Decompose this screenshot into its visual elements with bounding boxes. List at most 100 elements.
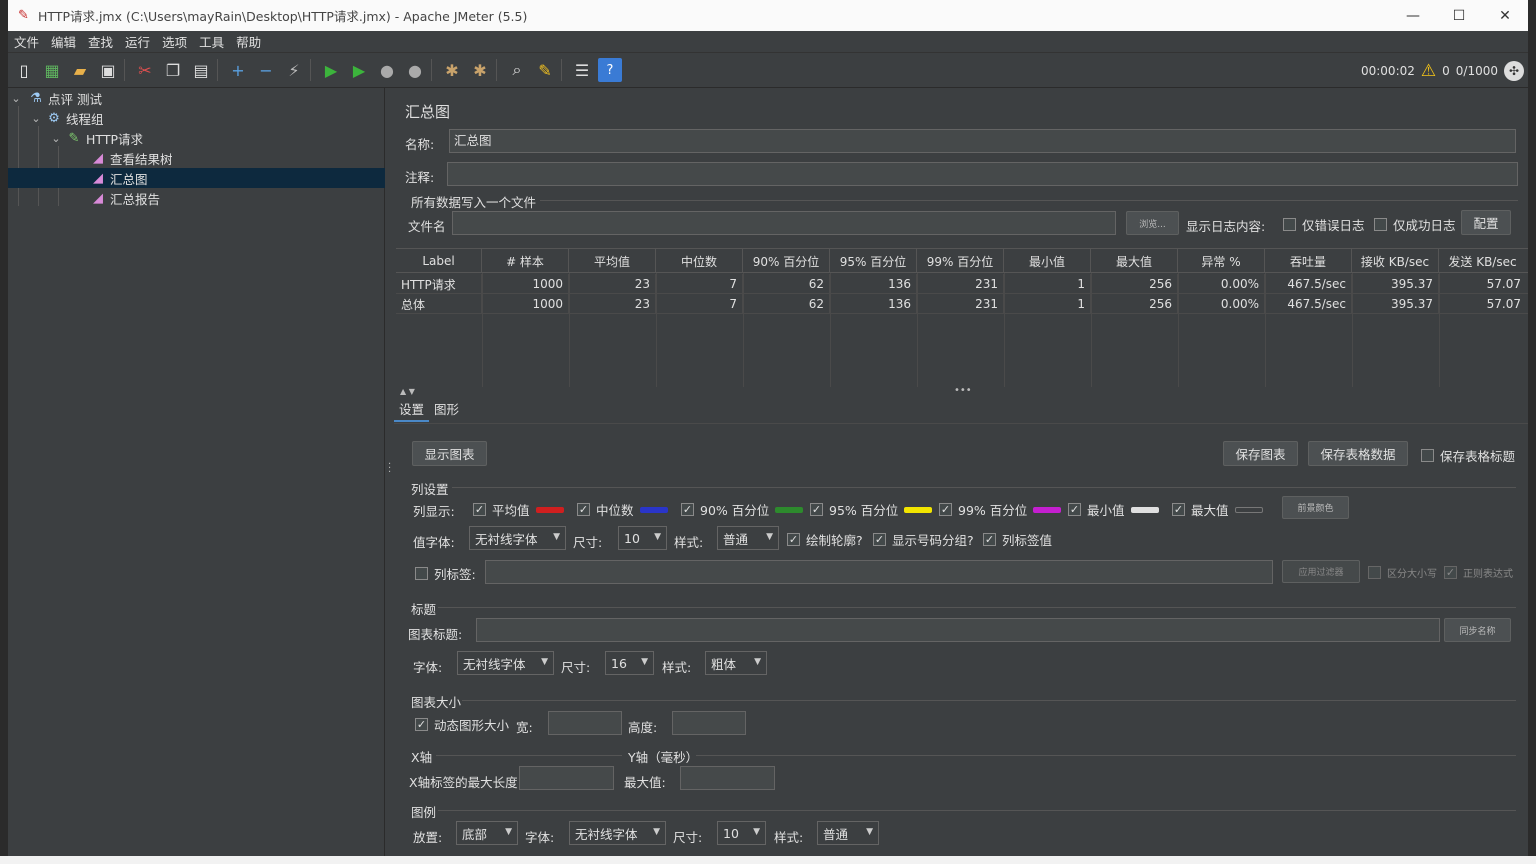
start-no-pause-icon[interactable]: ▶ bbox=[347, 58, 371, 82]
sync-name-button[interactable]: 同步名称 bbox=[1444, 618, 1511, 642]
shutdown-icon[interactable]: ● bbox=[403, 58, 427, 82]
comment-field[interactable] bbox=[447, 162, 1518, 186]
column-header[interactable]: 中位数 bbox=[656, 249, 743, 273]
menu-options[interactable]: 选项 bbox=[156, 32, 193, 51]
title-style-select[interactable]: 粗体 ▼ bbox=[705, 651, 767, 675]
browse-button[interactable]: 浏览... bbox=[1126, 211, 1179, 235]
tree-item-http-request[interactable]: ⌄ ✎ HTTP请求 bbox=[8, 128, 385, 148]
column-header[interactable]: 吞吐量 bbox=[1265, 249, 1352, 273]
column-header[interactable]: 95% 百分位 bbox=[830, 249, 917, 273]
save-graph-button[interactable]: 保存图表 bbox=[1223, 441, 1298, 466]
name-field[interactable]: 汇总图 bbox=[449, 129, 1516, 153]
close-button[interactable]: ✕ bbox=[1482, 0, 1528, 31]
tree-item-test-plan[interactable]: ⌄ ⚗ 点评 测试 bbox=[8, 88, 385, 108]
save-icon[interactable]: ▣ bbox=[96, 58, 120, 82]
remote-globe-icon[interactable]: ✣ bbox=[1504, 60, 1524, 81]
chart-title-field[interactable] bbox=[476, 618, 1440, 642]
maximize-button[interactable]: ☐ bbox=[1436, 0, 1482, 31]
menu-help[interactable]: 帮助 bbox=[230, 32, 267, 51]
column-header[interactable]: # 样本 bbox=[482, 249, 569, 273]
cut-icon[interactable]: ✂ bbox=[133, 58, 157, 82]
menu-search[interactable]: 查找 bbox=[82, 32, 119, 51]
display-graph-button[interactable]: 显示图表 bbox=[412, 441, 487, 466]
legend-font-select[interactable]: 无衬线字体 ▼ bbox=[569, 821, 666, 845]
title-font-select[interactable]: 无衬线字体 ▼ bbox=[457, 651, 554, 675]
menu-edit[interactable]: 编辑 bbox=[45, 32, 82, 51]
legend-style-select[interactable]: 普通 ▼ bbox=[817, 821, 879, 845]
value-font-select[interactable]: 无衬线字体 ▼ bbox=[469, 526, 566, 550]
filename-field[interactable] bbox=[452, 211, 1116, 235]
foreground-color-button[interactable]: 前景颜色 bbox=[1282, 496, 1349, 519]
menu-tools[interactable]: 工具 bbox=[193, 32, 230, 51]
column-median-checkbox[interactable]: ✓ 中位数 bbox=[577, 500, 668, 519]
menu-file[interactable]: 文件 bbox=[8, 32, 45, 51]
collapse-arrows-icon[interactable]: ▲ ▼ bbox=[400, 387, 415, 396]
templates-icon[interactable]: ▦ bbox=[40, 58, 64, 82]
tab-settings[interactable]: 设置 bbox=[394, 398, 430, 422]
drag-handle-icon[interactable]: · · · bbox=[388, 460, 391, 478]
column-header[interactable]: 异常 % bbox=[1178, 249, 1265, 273]
tree-item-thread-group[interactable]: ⌄ ⚙ 线程组 bbox=[8, 108, 385, 128]
height-field[interactable] bbox=[672, 711, 746, 735]
save-table-header-checkbox[interactable]: 保存表格标题 bbox=[1421, 446, 1515, 465]
function-helper-icon[interactable]: ☰ bbox=[570, 58, 594, 82]
apply-filter-button[interactable]: 应用过滤器 bbox=[1282, 560, 1360, 583]
regex-checkbox[interactable]: ✓ 正则表达式 bbox=[1444, 565, 1513, 580]
column-header[interactable]: 99% 百分位 bbox=[917, 249, 1004, 273]
column-header[interactable]: 90% 百分位 bbox=[743, 249, 830, 273]
chevron-down-icon[interactable]: ⌄ bbox=[50, 132, 62, 145]
case-sensitive-checkbox[interactable]: 区分大小写 bbox=[1368, 565, 1437, 580]
title-size-select[interactable]: 16 ▼ bbox=[605, 651, 654, 675]
save-table-data-button[interactable]: 保存表格数据 bbox=[1308, 441, 1408, 466]
column-average-checkbox[interactable]: ✓ 平均值 bbox=[473, 500, 564, 519]
stop-icon[interactable]: ● bbox=[375, 58, 399, 82]
column-label-values-checkbox[interactable]: ✓ 列标签值 bbox=[983, 530, 1052, 549]
value-style-select[interactable]: 普通 ▼ bbox=[717, 526, 779, 550]
legend-size-select[interactable]: 10 ▼ bbox=[717, 821, 766, 845]
column-99-percentile-checkbox[interactable]: ✓ 99% 百分位 bbox=[939, 500, 1062, 519]
tree-item-summary-report[interactable]: ◢ 汇总报告 bbox=[8, 188, 385, 208]
column-header[interactable]: 最大值 bbox=[1091, 249, 1178, 273]
clear-icon[interactable]: ✱ bbox=[440, 58, 464, 82]
dynamic-size-checkbox[interactable]: ✓ 动态图形大小 bbox=[415, 715, 509, 734]
start-icon[interactable]: ▶ bbox=[319, 58, 343, 82]
chevron-down-icon[interactable]: ⌄ bbox=[10, 92, 22, 105]
clear-all-icon[interactable]: ✱ bbox=[468, 58, 492, 82]
column-label-checkbox[interactable]: 列标签: bbox=[415, 564, 476, 583]
drag-handle-icon[interactable]: ••• bbox=[954, 385, 972, 396]
search-icon[interactable]: ⌕ bbox=[505, 58, 529, 82]
help-icon[interactable]: ? bbox=[598, 58, 622, 82]
width-field[interactable] bbox=[548, 711, 622, 735]
open-icon[interactable]: ▰ bbox=[68, 58, 92, 82]
column-90-percentile-checkbox[interactable]: ✓ 90% 百分位 bbox=[681, 500, 804, 519]
column-label-field[interactable] bbox=[485, 560, 1273, 584]
success-only-checkbox[interactable]: 仅成功日志 bbox=[1374, 215, 1456, 234]
column-header[interactable]: Label bbox=[396, 249, 482, 273]
column-95-percentile-checkbox[interactable]: ✓ 95% 百分位 bbox=[810, 500, 933, 519]
column-max-checkbox[interactable]: ✓ 最大值 bbox=[1172, 500, 1263, 519]
chevron-down-icon[interactable]: ⌄ bbox=[30, 112, 42, 125]
expand-icon[interactable]: + bbox=[226, 58, 250, 82]
tree-item-view-results-tree[interactable]: ◢ 查看结果树 bbox=[8, 148, 385, 168]
show-grouping-checkbox[interactable]: ✓ 显示号码分组? bbox=[873, 530, 974, 549]
column-header[interactable]: 最小值 bbox=[1004, 249, 1091, 273]
y-max-value-field[interactable] bbox=[680, 766, 775, 790]
draw-outline-checkbox[interactable]: ✓ 绘制轮廓? bbox=[787, 530, 863, 549]
column-min-checkbox[interactable]: ✓ 最小值 bbox=[1068, 500, 1159, 519]
column-header[interactable]: 接收 KB/sec bbox=[1352, 249, 1439, 273]
configure-button[interactable]: 配置 bbox=[1461, 210, 1511, 235]
tree-item-aggregate-graph[interactable]: ◢ 汇总图 bbox=[8, 168, 385, 188]
column-header[interactable]: 发送 KB/sec bbox=[1439, 249, 1526, 273]
table-row[interactable]: 总体 1000 23 7 62 136 231 1 256 0.00% 467.… bbox=[396, 294, 1528, 314]
reset-search-icon[interactable]: ✎ bbox=[533, 58, 557, 82]
new-icon[interactable]: ▯ bbox=[12, 58, 36, 82]
table-row[interactable]: HTTP请求 1000 23 7 62 136 231 1 256 0.00% … bbox=[396, 274, 1528, 294]
value-size-select[interactable]: 10 ▼ bbox=[618, 526, 667, 550]
minimize-button[interactable]: — bbox=[1390, 0, 1436, 31]
menu-run[interactable]: 运行 bbox=[119, 32, 156, 51]
x-label-max-length-field[interactable] bbox=[519, 766, 614, 790]
legend-placement-select[interactable]: 底部 ▼ bbox=[456, 821, 518, 845]
toggle-icon[interactable]: ⚡ bbox=[282, 58, 306, 82]
errors-only-checkbox[interactable]: 仅错误日志 bbox=[1283, 215, 1365, 234]
tab-graph[interactable]: 图形 bbox=[429, 398, 464, 422]
